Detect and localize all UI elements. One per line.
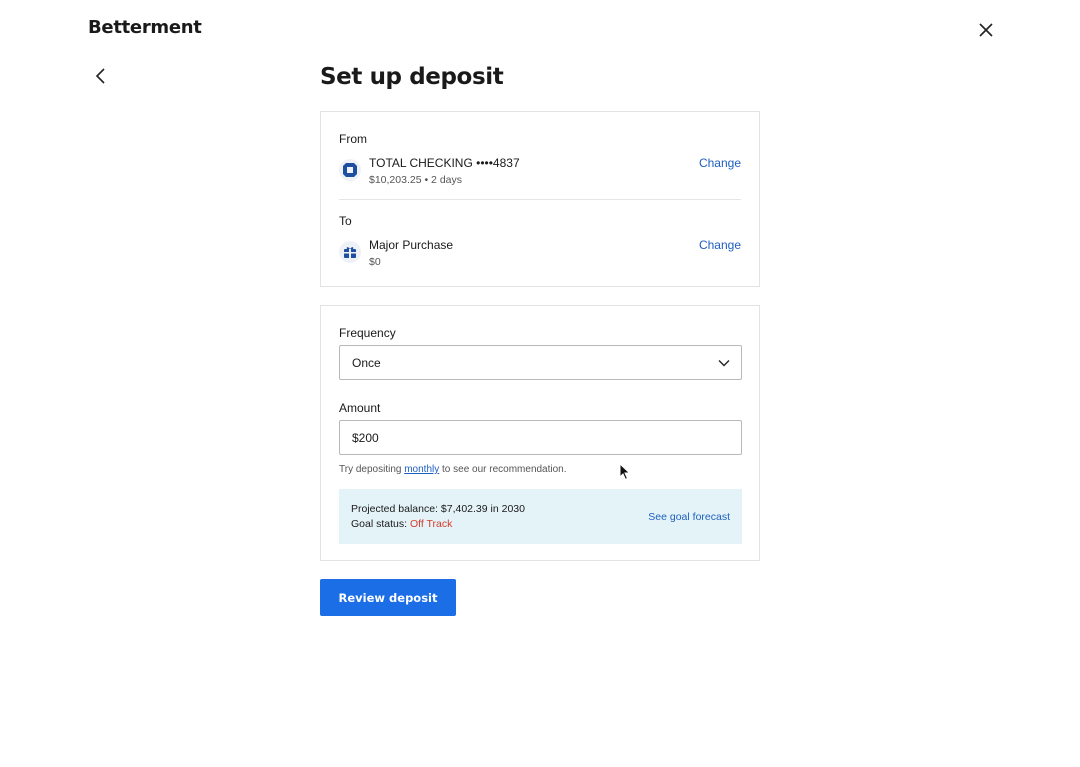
recommendation-hint: Try depositing monthly to see our recomm… xyxy=(339,464,567,475)
divider xyxy=(339,199,741,200)
close-icon[interactable] xyxy=(976,20,996,40)
goal-status-label: Goal status: xyxy=(351,518,410,530)
betterment-logo: Betterment xyxy=(88,17,202,38)
hint-prefix: Try depositing xyxy=(339,464,405,475)
from-label: From xyxy=(339,132,367,146)
projection-panel: Projected balance: $7,402.39 in 2030 Goa… xyxy=(339,489,742,544)
frequency-value: Once xyxy=(352,356,381,370)
to-label: To xyxy=(339,214,352,228)
page-title: Set up deposit xyxy=(320,64,504,90)
from-account-details: $10,203.25 • 2 days xyxy=(369,174,462,186)
hint-suffix: to see our recommendation. xyxy=(439,464,567,475)
deposit-form-card: Frequency Once Amount Try depositing mon… xyxy=(320,305,760,561)
goal-gift-icon xyxy=(339,241,361,263)
back-chevron-icon[interactable] xyxy=(91,66,111,86)
to-account-balance: $0 xyxy=(369,256,381,268)
amount-label: Amount xyxy=(339,401,381,415)
mouse-cursor-icon xyxy=(619,462,631,481)
amount-input[interactable] xyxy=(339,420,742,455)
see-goal-forecast-link[interactable]: See goal forecast xyxy=(648,511,730,523)
goal-status-value: Off Track xyxy=(409,518,453,530)
monthly-link[interactable]: monthly xyxy=(404,464,439,475)
to-account-name: Major Purchase xyxy=(369,238,454,252)
goal-status: Goal status: Off Track xyxy=(351,518,452,530)
review-deposit-button[interactable]: Review deposit xyxy=(320,579,456,616)
accounts-card: From TOTAL CHECKING ••••4837 $10,203.25 … xyxy=(320,111,760,287)
change-from-link[interactable]: Change xyxy=(699,156,741,170)
frequency-label: Frequency xyxy=(339,326,396,340)
frequency-select[interactable]: Once xyxy=(339,345,742,380)
from-account-name: TOTAL CHECKING ••••4837 xyxy=(369,156,520,170)
bank-logo-icon xyxy=(339,159,361,181)
change-to-link[interactable]: Change xyxy=(699,238,741,252)
projected-balance: Projected balance: $7,402.39 in 2030 xyxy=(351,503,525,515)
chevron-down-icon xyxy=(717,356,731,370)
